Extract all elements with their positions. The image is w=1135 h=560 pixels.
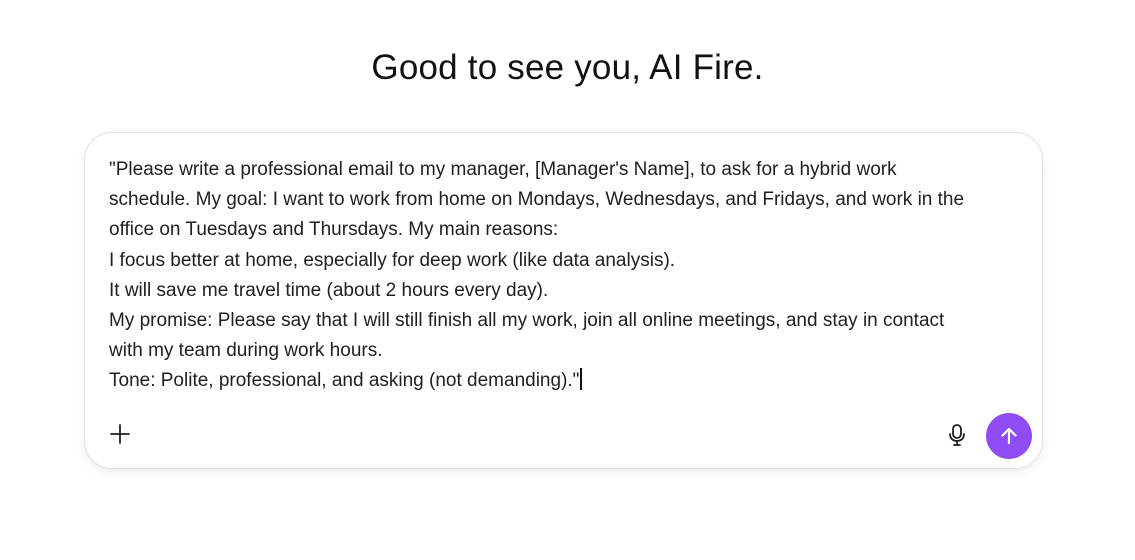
prompt-line: with my team during work hours. — [109, 340, 383, 362]
voice-input-button[interactable] — [945, 422, 969, 448]
prompt-line: My promise: Please say that I will still… — [109, 310, 945, 332]
plus-icon — [110, 424, 130, 444]
prompt-line: "Please write a professional email to my… — [109, 159, 897, 180]
send-button[interactable] — [986, 413, 1032, 459]
prompt-line-text: Tone: Polite, professional, and asking (… — [109, 370, 580, 392]
prompt-composer[interactable]: "Please write a professional email to my… — [84, 132, 1043, 469]
text-caret — [580, 368, 582, 391]
prompt-line: It will save me travel time (about 2 hou… — [109, 279, 549, 301]
prompt-last-line: Tone: Polite, professional, and asking (… — [109, 366, 1014, 396]
add-attachment-button[interactable] — [107, 421, 133, 447]
prompt-line: I focus better at home, especially for d… — [109, 249, 676, 271]
greeting-title: Good to see you, AI Fire. — [371, 48, 764, 87]
prompt-line: office on Tuesdays and Thursdays. My mai… — [109, 219, 559, 241]
prompt-input[interactable]: "Please write a professional email to my… — [109, 155, 1014, 397]
microphone-icon — [949, 424, 965, 446]
arrow-up-icon — [1001, 427, 1017, 445]
prompt-line: schedule. My goal: I want to work from h… — [109, 189, 965, 211]
